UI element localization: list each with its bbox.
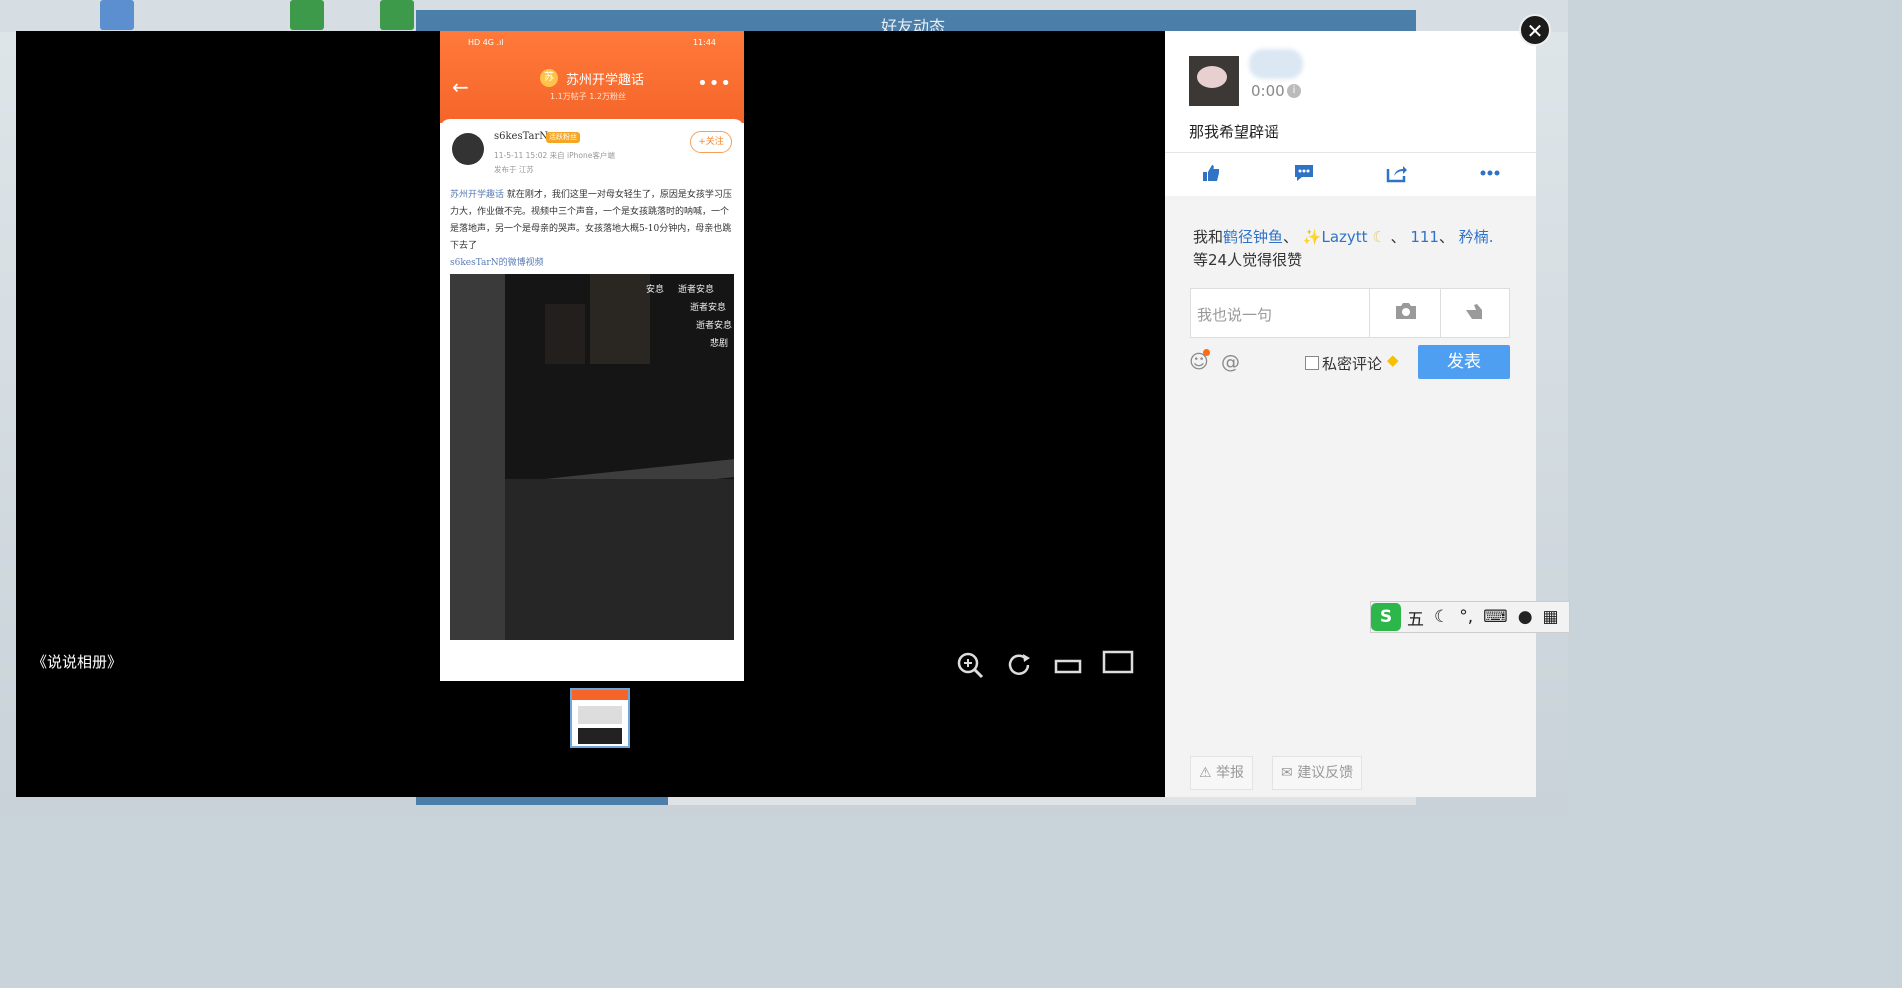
- photo-header: HD 4G .ıl 11:44 ← 苏 苏州开学趣话 1.1万帖子 1.2万粉丝…: [440, 31, 744, 123]
- like-icon[interactable]: [1201, 163, 1221, 188]
- more-dots-icon: •••: [697, 73, 732, 94]
- phone-status-bar: HD 4G .ıl 11:44: [468, 38, 716, 47]
- comment-icon[interactable]: [1293, 163, 1315, 188]
- liker-link[interactable]: 矜楠.: [1459, 228, 1494, 246]
- window-frame: [450, 274, 505, 640]
- liker-link[interactable]: Lazytt: [1322, 228, 1368, 246]
- post-card: s6kesTarN 活跃粉丝 11-5-11 15:02 来自 iPhone客户…: [440, 119, 744, 681]
- topic-badge: 苏: [540, 69, 558, 87]
- video-caption: 逝者安息: [690, 303, 727, 313]
- rotate-icon[interactable]: [1006, 651, 1034, 683]
- zoom-in-icon[interactable]: [956, 651, 984, 683]
- moon-mode-icon[interactable]: ☾: [1434, 607, 1449, 627]
- topic-subtitle: 1.1万帖子 1.2万粉丝: [550, 92, 626, 101]
- nickname-blurred: [1249, 49, 1303, 79]
- user-icon[interactable]: ●: [1518, 607, 1533, 627]
- sogou-logo-icon[interactable]: S: [1371, 603, 1401, 631]
- likes-prefix: 我和: [1193, 228, 1224, 246]
- vip-diamond-icon: ◆: [1387, 351, 1399, 369]
- scrollbar-thumb[interactable]: [416, 797, 668, 805]
- private-checkbox[interactable]: [1305, 356, 1319, 370]
- separator: [1369, 289, 1370, 337]
- more-icon[interactable]: [1479, 163, 1501, 188]
- camera-icon[interactable]: [1395, 302, 1417, 325]
- liker-link[interactable]: 鹤径钟鱼: [1223, 228, 1283, 246]
- video-caption: 悲剧: [710, 339, 729, 349]
- divider: [1165, 152, 1536, 153]
- photo-thumbnail[interactable]: [570, 688, 630, 748]
- avatar-image: [1197, 66, 1227, 88]
- thumb-video: [578, 728, 622, 744]
- feedback-button[interactable]: ✉ 建议反馈: [1272, 756, 1363, 790]
- mention-icon[interactable]: @: [1221, 351, 1240, 373]
- ime-mode[interactable]: 五: [1407, 605, 1424, 630]
- follow-button: +关注: [690, 131, 732, 153]
- topic-title: 苏州开学趣话: [566, 73, 645, 88]
- feedback-label: 建议反馈: [1297, 765, 1354, 781]
- excel-file-icon[interactable]: [290, 0, 324, 30]
- post-body: 苏州开学趣话 就在刚才，我们这里一对母女轻生了，原因是女孩学习压力大，作业做不完…: [450, 187, 736, 272]
- likes-summary: 我和鹤径钟鱼、 ✨Lazytt ☾ 、 111、 矜楠. 等24人觉得很赞: [1193, 228, 1494, 269]
- building-shape: [590, 274, 650, 364]
- punctuation-icon[interactable]: °,: [1459, 607, 1473, 627]
- share-icon[interactable]: [1386, 163, 1408, 188]
- fit-icon[interactable]: [1054, 657, 1082, 679]
- ime-toolbar: S 五 ☾ °, ⌨ ● ▦: [1370, 601, 1570, 633]
- post-meta-location: 发布于 江苏: [494, 165, 534, 174]
- post-topic-tag: 苏州开学趣话: [450, 190, 505, 200]
- sparkle-icon: ✨: [1302, 228, 1322, 246]
- fullscreen-icon[interactable]: [1102, 649, 1134, 679]
- report-icon: ⚠: [1199, 765, 1217, 781]
- liker-link[interactable]: 111: [1410, 228, 1439, 246]
- video-caption: 逝者安息: [678, 285, 715, 295]
- album-label[interactable]: 《说说相册》: [32, 651, 122, 672]
- video-caption: 逝者安息: [696, 321, 733, 331]
- apps-icon[interactable]: ▦: [1543, 607, 1559, 627]
- report-label: 举报: [1216, 765, 1245, 781]
- likes-suffix: 等24人觉得很赞: [1193, 251, 1303, 269]
- close-icon[interactable]: ✕: [1519, 14, 1551, 46]
- video-link: s6kesTarN的微博视频: [450, 258, 544, 268]
- fan-badge: 活跃粉丝: [546, 132, 580, 143]
- post-text: 那我希望辟谣: [1189, 123, 1280, 141]
- poke-hand-icon[interactable]: [1464, 302, 1488, 325]
- photo-viewer: 《说说相册》 HD 4G .ıl 11:44 ← 苏 苏州开学趣话 1.1万帖子…: [16, 31, 1165, 797]
- comment-box: 我也说一句: [1190, 288, 1510, 338]
- notification-dot: [1203, 349, 1210, 356]
- comment-input[interactable]: 我也说一句: [1197, 304, 1272, 325]
- post-time: 0:00: [1251, 82, 1285, 100]
- status-left: HD 4G .ıl: [468, 38, 504, 47]
- feedback-icon: ✉: [1281, 765, 1298, 781]
- horizontal-scrollbar[interactable]: [416, 797, 1416, 805]
- video-caption: 安息: [646, 285, 665, 295]
- side-panel: 0:00 i 那我希望辟谣 我和鹤径钟鱼、 ✨Lazytt ☾ 、 111、 矜…: [1165, 31, 1536, 797]
- submit-button[interactable]: 发表: [1418, 345, 1510, 379]
- avatar[interactable]: [1189, 56, 1239, 106]
- video-frame: 安息 逝者安息 逝者安息 逝者安息 悲剧: [450, 274, 734, 640]
- private-comment-option[interactable]: 私密评论: [1305, 353, 1382, 374]
- info-icon[interactable]: i: [1287, 84, 1301, 98]
- poster-name: s6kesTarN: [494, 131, 548, 142]
- keyboard-icon[interactable]: ⌨: [1483, 607, 1508, 627]
- screenshot-photo[interactable]: HD 4G .ıl 11:44 ← 苏 苏州开学趣话 1.1万帖子 1.2万粉丝…: [440, 31, 744, 681]
- separator: [1440, 289, 1441, 337]
- excel-file-icon[interactable]: [380, 0, 414, 30]
- thumb-header: [572, 690, 628, 700]
- post-info: 0:00 i 那我希望辟谣: [1165, 31, 1536, 196]
- report-button[interactable]: ⚠ 举报: [1190, 756, 1254, 790]
- thumb-text: [578, 706, 622, 724]
- background-window-titlebar: 好友动态: [416, 10, 1416, 36]
- status-right: 11:44: [692, 38, 716, 47]
- zip-file-icon[interactable]: [100, 0, 134, 30]
- back-arrow-icon: ←: [452, 75, 469, 99]
- moon-icon: ☾: [1372, 228, 1386, 246]
- poster-avatar: [452, 133, 484, 165]
- building-shape: [545, 304, 585, 364]
- private-label: 私密评论: [1322, 355, 1383, 373]
- post-meta-time: 11-5-11 15:02 来自 iPhone客户端: [494, 151, 615, 160]
